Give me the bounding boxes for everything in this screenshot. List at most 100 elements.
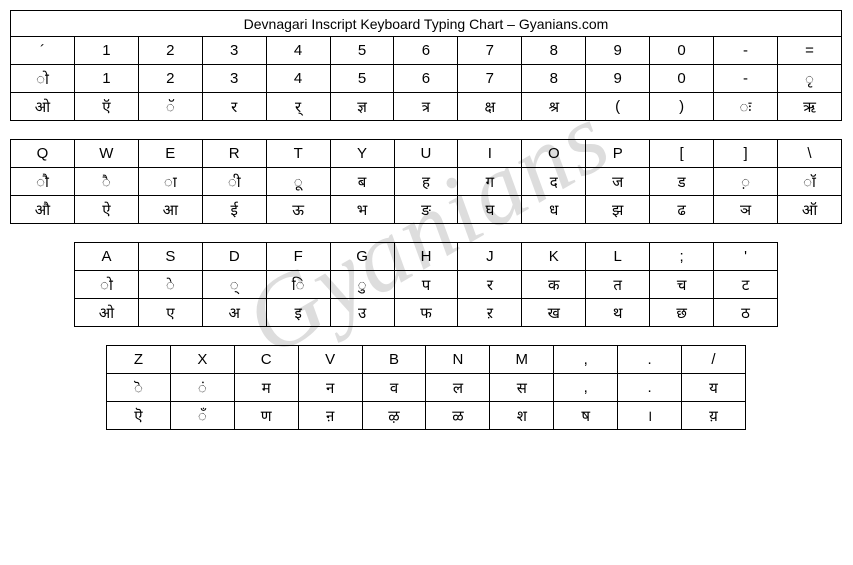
table-row-asdf: ASDFGHJKL;' ोे्िुपरकतचट ओएअइउफऱखथछठ xyxy=(74,242,778,327)
keyboard-row-qwerty: QWERTYUIOP[]\ ौैाीूबहगदजड़ॉ औऐआईऊभङघधझढञ… xyxy=(10,139,843,224)
table-row-zxcv: ZXCVBNM,./ ॆंमनवलस,.य ऎँणऩऴळशष।य़ xyxy=(106,345,746,430)
base-char: प xyxy=(394,271,458,299)
base-char: 7 xyxy=(458,65,522,93)
base-char: ो xyxy=(75,271,139,299)
base-char: 3 xyxy=(202,65,266,93)
base-char: 5 xyxy=(330,65,394,93)
base-char: ै xyxy=(74,168,138,196)
shift-char: फ xyxy=(394,299,458,327)
base-char: 8 xyxy=(522,65,586,93)
shift-char: श xyxy=(490,402,554,430)
base-char: ॆ xyxy=(107,374,171,402)
keyboard-row-asdf: ASDFGHJKL;' ोे्िुपरकतचट ओएअइउफऱखथछठ xyxy=(10,242,843,327)
key-label: 0 xyxy=(650,37,714,65)
key-label: K xyxy=(522,243,586,271)
key-label: 9 xyxy=(586,37,650,65)
keyboard-row-numbers: Devnagari Inscript Keyboard Typing Chart… xyxy=(10,10,843,121)
chart-title: Devnagari Inscript Keyboard Typing Chart… xyxy=(11,11,842,37)
key-label: 6 xyxy=(394,37,458,65)
key-label: N xyxy=(426,346,490,374)
shift-char: आ xyxy=(138,196,202,224)
shift-char: अ xyxy=(202,299,266,327)
key-label: Z xyxy=(107,346,171,374)
shift-char: ण xyxy=(234,402,298,430)
base-char: ा xyxy=(138,168,202,196)
base-char: न xyxy=(298,374,362,402)
base-char: ू xyxy=(266,168,330,196)
key-label: H xyxy=(394,243,458,271)
base-char: ृ xyxy=(777,65,841,93)
shift-char: ध xyxy=(522,196,586,224)
base-char: ग xyxy=(458,168,522,196)
base-char: ब xyxy=(330,168,394,196)
key-label: - xyxy=(714,37,778,65)
base-char: ड xyxy=(650,168,714,196)
base-char: ी xyxy=(202,168,266,196)
key-label: B xyxy=(362,346,426,374)
base-char: - xyxy=(714,65,778,93)
base-char: ज xyxy=(586,168,650,196)
base-char: े xyxy=(138,271,202,299)
key-label: E xyxy=(138,140,202,168)
base-char: ॉ xyxy=(777,168,841,196)
table-row-numbers: Devnagari Inscript Keyboard Typing Chart… xyxy=(10,10,842,121)
shift-char: य़ xyxy=(682,402,746,430)
base-char: ह xyxy=(394,168,458,196)
shift-char: ँ xyxy=(170,402,234,430)
shift-char: ळ xyxy=(426,402,490,430)
key-label: R xyxy=(202,140,266,168)
shift-char: ज्ञ xyxy=(330,93,394,121)
shift-char: ञ xyxy=(714,196,778,224)
base-char: 9 xyxy=(586,65,650,93)
base-char: ट xyxy=(714,271,778,299)
key-label: G xyxy=(330,243,394,271)
base-char: ् xyxy=(202,271,266,299)
key-label: Y xyxy=(330,140,394,168)
key-label: V xyxy=(298,346,362,374)
key-label: 5 xyxy=(330,37,394,65)
shift-char: ऊ xyxy=(266,196,330,224)
key-label: T xyxy=(266,140,330,168)
shift-char: ऑ xyxy=(777,196,841,224)
shift-char: ) xyxy=(650,93,714,121)
key-label: W xyxy=(74,140,138,168)
shift-char: औ xyxy=(11,196,75,224)
key-label: 1 xyxy=(74,37,138,65)
shift-char: भ xyxy=(330,196,394,224)
base-char: त xyxy=(586,271,650,299)
shift-char: ष xyxy=(554,402,618,430)
shift-char: ऎ xyxy=(107,402,171,430)
key-label: ; xyxy=(650,243,714,271)
shift-char: घ xyxy=(458,196,522,224)
shift-char: ङ xyxy=(394,196,458,224)
base-char: . xyxy=(618,374,682,402)
shift-char: झ xyxy=(586,196,650,224)
key-label: L xyxy=(586,243,650,271)
base-char: म xyxy=(234,374,298,402)
shift-char: ऩ xyxy=(298,402,362,430)
shift-char: क्ष xyxy=(458,93,522,121)
shift-char: ऱ xyxy=(458,299,522,327)
shift-char: इ xyxy=(266,299,330,327)
shift-char: छ xyxy=(650,299,714,327)
key-label: 3 xyxy=(202,37,266,65)
key-label: 2 xyxy=(138,37,202,65)
watermark-text: Gyanians xyxy=(225,79,628,378)
key-label: 4 xyxy=(266,37,330,65)
keyboard-row-zxcv: ZXCVBNM,./ ॆंमनवलस,.य ऎँणऩऴळशष।य़ xyxy=(10,345,843,430)
shift-char: ऴ xyxy=(362,402,426,430)
key-label: F xyxy=(266,243,330,271)
key-label: O xyxy=(522,140,586,168)
shift-char: ऐ xyxy=(74,196,138,224)
base-char: ु xyxy=(330,271,394,299)
key-label: ´ xyxy=(11,37,75,65)
key-label: = xyxy=(777,37,841,65)
key-label: A xyxy=(75,243,139,271)
shift-char: ॅ xyxy=(138,93,202,121)
shift-char: त्र xyxy=(394,93,458,121)
shift-char: ठ xyxy=(714,299,778,327)
key-label: / xyxy=(682,346,746,374)
shift-char: ऍ xyxy=(74,93,138,121)
shift-char: ढ xyxy=(650,196,714,224)
base-char: च xyxy=(650,271,714,299)
